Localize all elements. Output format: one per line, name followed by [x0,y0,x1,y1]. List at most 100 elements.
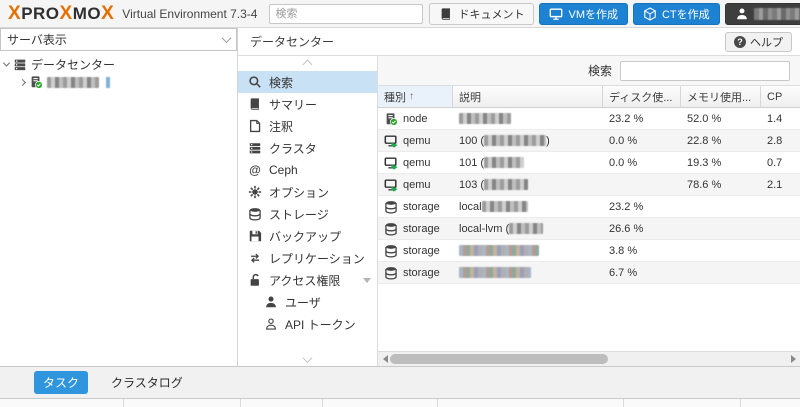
scroll-up-indicator[interactable] [238,58,377,71]
grid-body: node 23.2 % 52.0 % 1.4 qemu 100 () 0.0 % 22.8 %… [378,108,800,284]
menu-item-search[interactable]: 検索 [238,71,377,93]
menu-item-ceph[interactable]: @ Ceph [238,159,377,181]
table-row[interactable]: storage 3.8 % [378,240,800,262]
cell-type: storage [378,240,453,261]
menu-item-note[interactable]: 注釈 [238,115,377,137]
menu-item-storage[interactable]: ストレージ [238,203,377,225]
help-button[interactable]: ? ヘルプ [725,31,792,52]
cell-cpu [761,218,800,239]
column-header[interactable]: ディスク使... [603,86,681,107]
menu-item-backup[interactable]: バックアップ [238,225,377,247]
sort-ascending-icon: ↑ [409,91,414,102]
column-header-label: 種別 [384,91,406,104]
resource-tree: データセンター [0,51,237,91]
cell-cpu: 0.7 [767,156,783,169]
cube-icon [643,6,657,21]
tree-node-datacenter[interactable]: データセンター [0,55,237,73]
redacted-description [484,179,529,190]
cell-disk: 23.2 % [609,200,644,213]
table-row[interactable]: qemu 100 () 0.0 % 22.8 % 2.8 [378,130,800,152]
column-header[interactable]: 種別 ↑ [378,86,453,107]
scroll-down-indicator[interactable] [238,353,377,366]
cell-type: storage [378,262,453,283]
documentation-button[interactable]: ドキュメント [429,2,535,25]
grid-toolbar: 検索 [378,56,800,86]
book-icon [439,7,453,21]
user-icon [735,7,749,21]
table-row[interactable]: qemu 103 (78.6 % 2.1 [378,174,800,196]
header-actions: ドキュメント VMを作成 CTを作成 [429,0,800,27]
user-icon [264,295,278,309]
node-icon [29,75,43,89]
scroll-right-arrow[interactable] [786,352,800,366]
create-vm-button[interactable]: VMを作成 [539,2,628,25]
horizontal-scrollbar[interactable] [378,351,800,366]
cell-description: 101 ( [453,152,603,173]
column-header-label: 説明 [459,91,481,104]
logo-x: X [101,2,115,24]
redacted-description [481,201,528,212]
menu-item-unlock[interactable]: アクセス権限 [238,269,377,291]
question-icon: ? [734,35,746,48]
type-label: qemu [403,178,431,191]
create-ct-button[interactable]: CTを作成 [632,2,720,25]
search-grid: 検索 種別 ↑ 説明 ディスク使... メモリ使用... CP node 23.2 % 52.… [378,56,800,366]
logo-text: MO [72,3,102,23]
tab-cluster-log[interactable]: クラスタログ [102,371,192,394]
global-search-input[interactable] [269,3,424,24]
table-row[interactable]: storage local-lvm (26.6 % [378,218,800,240]
datacenter-icon [13,57,27,71]
expander-right-icon [18,78,27,86]
grid-empty-space [378,284,800,351]
menu-item-replication[interactable]: レプリケーション [238,247,377,269]
type-label: storage [403,200,440,213]
menu-item-user[interactable]: ユーザ [238,291,377,313]
cell-type: node [378,108,453,129]
logo-x: X [59,2,73,24]
storage-icon [384,222,398,236]
view-mode-select[interactable]: サーバ表示 [0,28,237,51]
description-text: local [459,200,482,213]
menu-item-label: ストレージ [269,207,329,222]
table-row[interactable]: node 23.2 % 52.0 % 1.4 [378,108,800,130]
column-header-label: メモリ使用... [687,91,752,104]
version-label: Virtual Environment 7.3-4 [122,6,258,21]
table-row[interactable]: qemu 101 (0.0 % 19.3 % 0.7 [378,152,800,174]
menu-item-user-outline[interactable]: API トークン [238,313,377,335]
tree-node-label: データセンター [31,57,116,72]
book-icon [248,97,262,111]
expander-down-icon [2,59,11,67]
table-row[interactable]: storage local 23.2 % [378,196,800,218]
status-bar: タスク クラスタログ [0,366,800,398]
type-label: storage [403,244,440,257]
column-header-label: CP [767,90,783,103]
cell-type: storage [378,218,453,239]
tree-node-host[interactable] [0,73,237,91]
user-menu-button[interactable] [724,2,800,25]
cell-mem: 78.6 % [687,178,722,191]
menu-item-label: サマリー [269,97,318,112]
menu-item-label: 注釈 [269,119,294,134]
cell-mem: 22.8 % [687,134,722,147]
type-label: node [403,112,428,125]
cell-cpu [761,196,800,217]
scrollbar-thumb[interactable] [390,354,608,364]
column-header[interactable]: メモリ使用... [681,86,761,107]
menu-item-gear[interactable]: オプション [238,181,377,203]
redacted-description [459,267,531,278]
cell-disk: 3.8 % [609,244,638,257]
grid-search-input[interactable] [620,60,790,81]
tab-tasks[interactable]: タスク [34,371,89,394]
column-header[interactable]: 説明 [453,86,603,107]
cell-disk: 6.7 % [609,266,638,279]
menu-item-book[interactable]: サマリー [238,93,377,115]
top-header: XPROXMOX Virtual Environment 7.3-4 ドキュメン… [0,0,800,28]
cell-description: local [453,196,603,217]
menu-item-cluster[interactable]: クラスタ [238,137,377,159]
cell-disk: 0.0 % [609,134,638,147]
menu-item-label: バックアップ [269,229,342,244]
description-text: local-lvm ( [459,222,510,235]
type-label: storage [403,222,440,235]
table-row[interactable]: storage 6.7 % [378,262,800,284]
column-header[interactable]: CP [761,86,800,107]
